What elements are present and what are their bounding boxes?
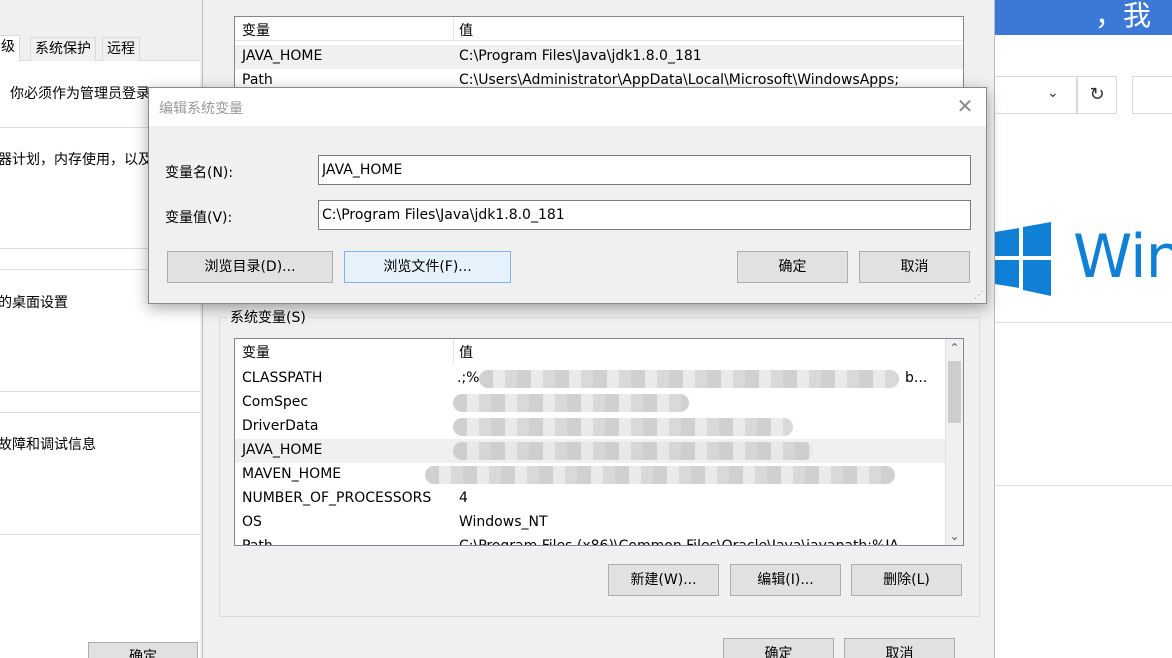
variable-name: ComSpec [242,394,309,410]
environment-cancel-button[interactable]: 取消 [844,638,955,658]
user-variables-list[interactable]: 变量 值 JAVA_HOME C:\Program Files\Java\jdk… [234,16,964,96]
column-separator[interactable] [453,339,454,363]
resize-grip-icon[interactable]: ⋰ [974,291,984,301]
new-variable-button[interactable]: 新建(W)... [608,564,719,596]
variable-value: C:\Users\Administrator\AppData\Local\Mic… [459,72,900,88]
table-row[interactable]: JAVA_HOME C:\Program Files\Java\jdk1.8.0… [235,45,963,69]
edit-system-variable-dialog: 编辑系统变量 ✕ 变量名(N): 变量值(V): 浏览目录(D)... 浏览文件… [148,87,987,304]
table-row[interactable]: NUMBER_OF_PROCESSORS 4 [235,487,963,511]
delete-variable-button[interactable]: 删除(L) [851,564,962,596]
search-input[interactable] [1132,76,1172,114]
redacted-value [479,370,899,388]
system-properties-ok-button[interactable]: 确定 [88,642,198,658]
admin-notice: 你必须作为管理员登录 [10,86,150,102]
dialog-ok-button[interactable]: 确定 [737,251,848,283]
column-header-value[interactable]: 值 [459,20,473,40]
variable-value-label: 变量值(V): [165,210,233,226]
environment-ok-button[interactable]: 确定 [723,638,834,658]
table-row[interactable]: Path C:\Program Files (x86)\Common Files… [235,535,963,546]
column-header-variable[interactable]: 变量 [242,342,270,362]
user-profile-description: 的桌面设置 [0,295,68,311]
table-row[interactable]: ComSpec [235,391,963,415]
explorer-title: ，我 [1095,0,1152,32]
scrollbar-thumb[interactable] [948,361,961,423]
explorer-window: ，我 ⌄ ↻ Win [995,0,1172,658]
dialog-cancel-button[interactable]: 取消 [859,251,970,283]
variable-name: JAVA_HOME [242,442,323,458]
explorer-titlebar: ，我 [995,0,1172,35]
variable-name-input[interactable] [318,155,971,185]
redacted-value [453,442,813,460]
close-icon[interactable]: ✕ [954,94,976,118]
variable-name-label: 变量名(N): [165,165,234,181]
variable-value-tail: b... [905,370,928,386]
variable-name: CLASSPATH [242,370,323,386]
tab-remote[interactable]: 远程 [102,37,140,61]
windows-logo-text: Win [1073,222,1172,292]
variable-value: C:\Program Files (x86)\Common Files\Orac… [459,538,912,546]
divider [995,485,1172,486]
dialog-titlebar[interactable]: 编辑系统变量 ✕ [149,88,986,126]
variable-name: Path [242,538,273,546]
browse-directory-button[interactable]: 浏览目录(D)... [167,251,333,283]
divider [0,534,200,535]
system-properties-tabs: 级 系统保护 远程 [0,35,200,61]
column-separator[interactable] [453,17,454,41]
table-row[interactable]: OS Windows_NT [235,511,963,535]
startup-recovery-description: 故障和调试信息 [0,437,96,453]
table-row[interactable]: DriverData [235,415,963,439]
refresh-icon[interactable]: ↻ [1077,76,1117,114]
column-header-variable[interactable]: 变量 [242,20,270,40]
variable-name: Path [242,72,273,88]
scroll-down-arrow-icon[interactable]: ⌄ [946,527,963,545]
divider [0,412,200,413]
scroll-up-arrow-icon[interactable]: ⌃ [946,339,963,357]
list-header: 变量 值 [235,17,963,41]
divider [995,322,1172,323]
tab-system-protection[interactable]: 系统保护 [30,37,96,61]
variable-name: JAVA_HOME [242,48,323,64]
list-header: 变量 值 [235,339,963,363]
dialog-title: 编辑系统变量 [159,101,243,117]
address-bar[interactable] [995,76,1077,114]
column-header-value[interactable]: 值 [459,342,473,362]
system-variables-label: 系统变量(S) [228,307,308,327]
performance-description: 器计划，内存使用，以及 [0,152,152,168]
variable-name: DriverData [242,418,319,434]
windows-logo-icon [995,222,1051,296]
browse-file-button[interactable]: 浏览文件(F)... [344,251,511,283]
variable-name: MAVEN_HOME [242,466,342,482]
tab-advanced[interactable]: 级 [0,35,20,61]
variable-name: NUMBER_OF_PROCESSORS [242,490,432,506]
system-variables-list[interactable]: 变量 值 CLASSPATH .;% b... ComSpec DriverDa… [234,338,964,546]
table-row[interactable]: JAVA_HOME [235,439,963,463]
variable-value: .;% [457,370,480,386]
redacted-value [453,394,689,412]
variable-value: Windows_NT [459,514,548,530]
redacted-value [425,466,895,484]
variable-value-input[interactable] [318,200,971,230]
table-row[interactable]: MAVEN_HOME [235,463,963,487]
redacted-value [453,418,793,436]
variable-name: OS [242,514,262,530]
edit-variable-button[interactable]: 编辑(I)... [730,564,841,596]
vertical-scrollbar[interactable]: ⌃ ⌄ [945,339,963,545]
divider [0,391,200,392]
variable-value: 4 [459,490,468,506]
table-row[interactable]: CLASSPATH .;% b... [235,367,963,391]
chevron-down-icon[interactable]: ⌄ [1047,85,1059,101]
variable-value: C:\Program Files\Java\jdk1.8.0_181 [459,48,702,64]
